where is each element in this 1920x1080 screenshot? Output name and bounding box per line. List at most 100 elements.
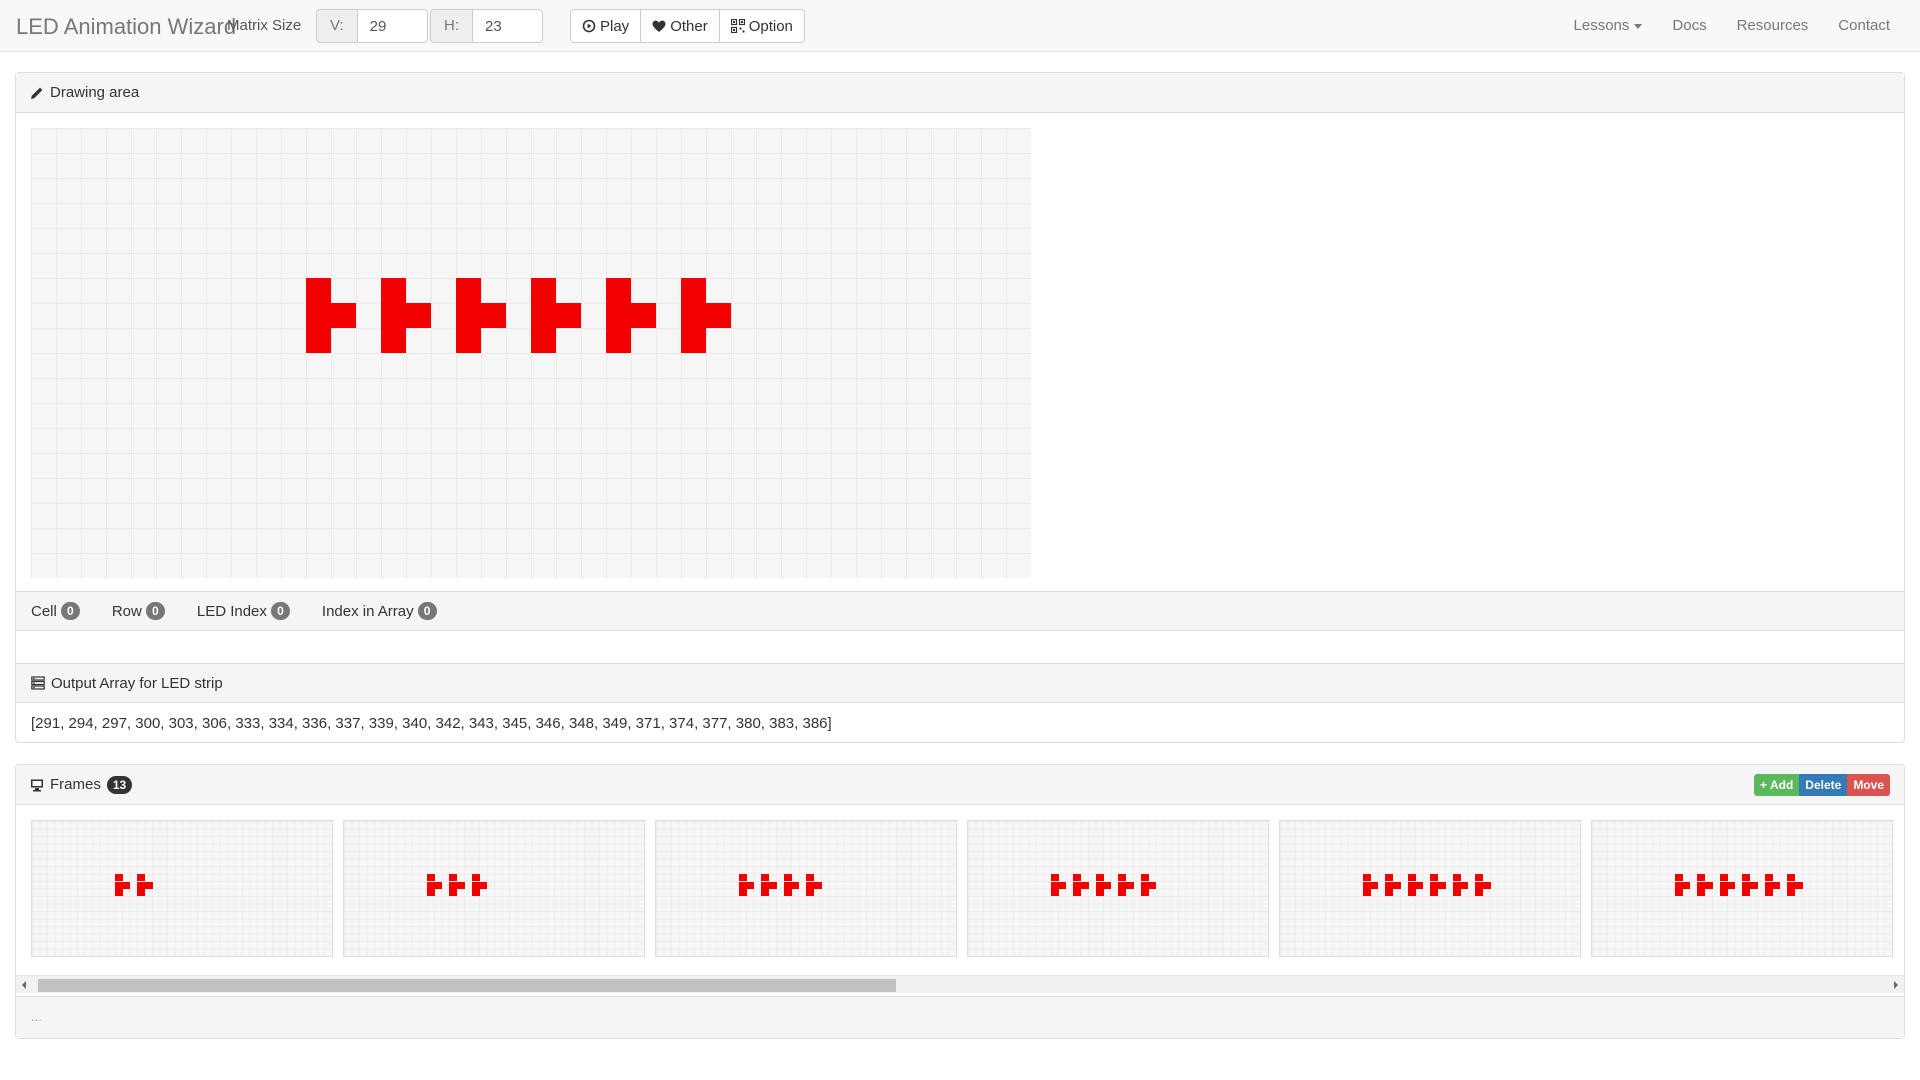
thumbnail-led [806, 874, 814, 881]
nav-resources[interactable]: Resources [1722, 0, 1824, 52]
thumbnail-led [1103, 881, 1111, 889]
thumbnail-led [1118, 889, 1126, 896]
v-addon: V: [316, 9, 357, 43]
led-cell-on[interactable] [381, 303, 406, 328]
frames-footer: ... [16, 996, 1904, 1038]
thumbnail-led [1794, 881, 1803, 889]
thumbnail-led [1430, 889, 1438, 896]
nav-docs[interactable]: Docs [1657, 0, 1721, 52]
led-cell-on[interactable] [531, 303, 556, 328]
led-cell-on[interactable] [556, 303, 581, 328]
thumbnail-led [791, 881, 799, 889]
led-cell-on[interactable] [681, 328, 706, 353]
thumbnail-led [783, 889, 792, 896]
led-cell-on[interactable] [606, 328, 631, 353]
led-cell-on[interactable] [606, 303, 631, 328]
led-cell-on[interactable] [606, 278, 631, 303]
thumbnail-led [1392, 881, 1401, 889]
film-icon [31, 779, 43, 791]
thumbnail-led [1050, 889, 1059, 896]
other-button[interactable]: Other [640, 9, 720, 43]
led-index-info: LED Index 0 [197, 602, 290, 620]
output-title: Output Array for LED strip [51, 674, 223, 692]
led-cell-on[interactable] [306, 328, 331, 353]
thumbnail-led [738, 889, 747, 896]
matrix-v-input[interactable] [356, 9, 428, 43]
matrix-h-input[interactable] [472, 9, 543, 43]
led-cell-on[interactable] [706, 303, 731, 328]
led-cell-on[interactable] [681, 278, 706, 303]
led-cell-on[interactable] [331, 303, 356, 328]
frame-thumbnail[interactable] [343, 820, 645, 957]
output-array-text: [291, 294, 297, 300, 303, 306, 333, 334,… [31, 715, 832, 732]
thumbnail-led [114, 889, 123, 896]
option-button[interactable]: Option [718, 9, 805, 43]
play-button[interactable]: Play [570, 9, 642, 43]
scrollbar-thumb[interactable] [38, 979, 896, 992]
led-cell-on[interactable] [306, 278, 331, 303]
thumbnail-led [1704, 881, 1713, 889]
thumbnail-led [1058, 881, 1066, 889]
thumbnail-led [1460, 881, 1468, 889]
nav-contact[interactable]: Contact [1823, 0, 1920, 52]
thumbnail-led [1727, 881, 1735, 889]
thumbnail-led [479, 881, 487, 889]
thumbnail-led [738, 874, 747, 881]
frame-thumbnail[interactable] [1279, 820, 1581, 957]
frame-thumbnail[interactable] [1591, 820, 1893, 957]
thumbnail-led [114, 874, 123, 881]
led-cell-on[interactable] [306, 303, 331, 328]
led-cell-on[interactable] [381, 328, 406, 353]
scroll-right-icon[interactable] [1894, 981, 1898, 989]
thumbnail-led [1080, 881, 1089, 889]
led-cell-on[interactable] [456, 278, 481, 303]
toolbar-button-group: Play Other Option [570, 9, 805, 43]
matrix-size-label: Matrix Size [227, 17, 302, 34]
led-cell-on[interactable] [456, 328, 481, 353]
thumbnail-led [1370, 881, 1378, 889]
row-badge: 0 [145, 602, 165, 620]
led-cell-on[interactable] [681, 303, 706, 328]
cell-info-bar: Cell 0 Row 0 LED Index 0 Index in Array … [16, 591, 1904, 631]
thumbnail-led [813, 881, 822, 889]
frame-thumbnail[interactable] [655, 820, 957, 957]
other-label: Other [670, 17, 708, 35]
frame-thumbnail[interactable] [967, 820, 1269, 957]
index-array-label: Index in Array [321, 602, 414, 620]
thumbnail-led [1118, 874, 1126, 881]
drawing-title: Drawing area [50, 84, 140, 101]
add-frame-button[interactable]: + Add [1754, 773, 1800, 796]
scroll-left-icon[interactable] [22, 981, 26, 989]
frame-thumbnail[interactable] [31, 820, 333, 957]
led-drawing-grid[interactable] [31, 128, 1031, 578]
play-circle-icon [582, 19, 596, 33]
frame-thumbnails [31, 820, 1920, 957]
led-cell-on[interactable] [631, 303, 656, 328]
thumbnail-led [122, 881, 130, 889]
thumbnail-led [137, 889, 145, 896]
led-cell-on[interactable] [481, 303, 506, 328]
thumbnail-led [1095, 874, 1104, 881]
thumbnail-led [1764, 889, 1773, 896]
nav-lessons-label: Lessons [1573, 17, 1630, 34]
move-frame-button[interactable]: Move [1847, 773, 1890, 796]
thumbnail-led [1073, 889, 1081, 896]
cell-badge: 0 [60, 602, 80, 620]
navbar: LED Animation Wizard Matrix Size V: H: P… [0, 0, 1920, 52]
led-cell-on[interactable] [531, 328, 556, 353]
thumbnail-led [768, 881, 777, 889]
led-cell-on[interactable] [531, 278, 556, 303]
thumbnail-led [1437, 881, 1446, 889]
thumbnail-led [1787, 889, 1795, 896]
delete-frame-button[interactable]: Delete [1799, 773, 1848, 796]
thumbnail-led [1772, 881, 1780, 889]
led-cell-on[interactable] [456, 303, 481, 328]
frames-scrollbar[interactable] [16, 975, 1904, 993]
app-brand[interactable]: LED Animation Wizard [16, 14, 236, 40]
array-icon [31, 676, 45, 690]
led-cell-on[interactable] [406, 303, 431, 328]
nav-lessons-dropdown[interactable]: Lessons [1559, 0, 1658, 52]
frames-title: Frames [50, 776, 101, 793]
thumbnail-led [1742, 889, 1750, 896]
led-cell-on[interactable] [381, 278, 406, 303]
